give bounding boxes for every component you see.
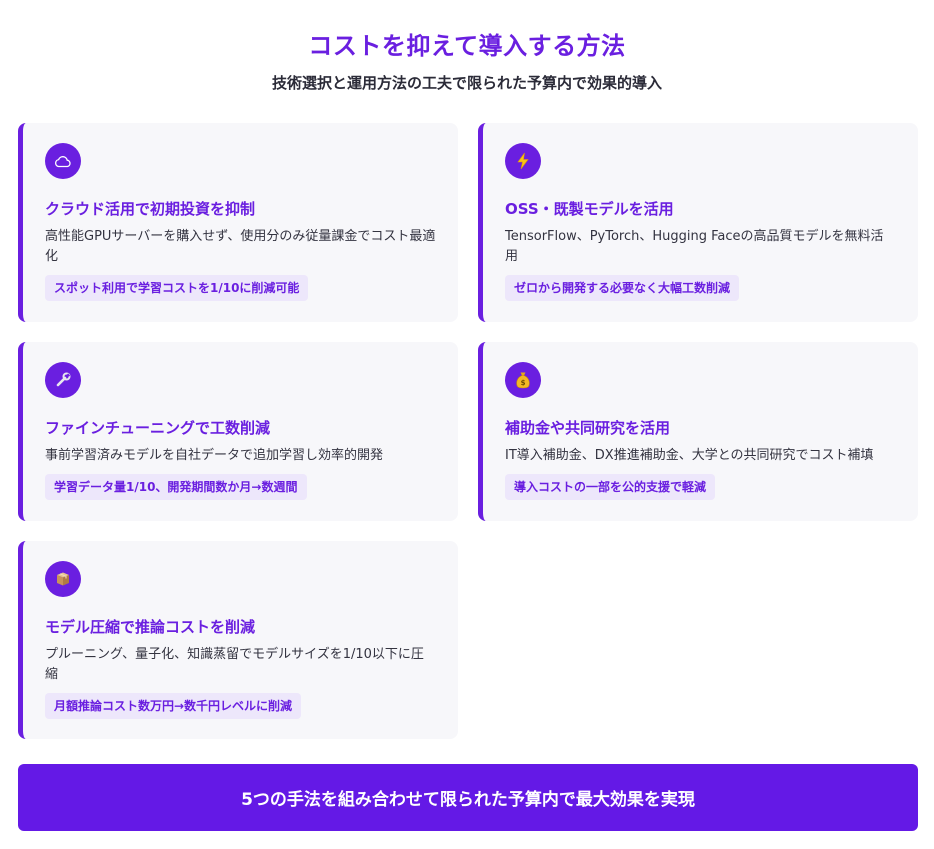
svg-text:$: $ [521,379,526,387]
money-bag-icon: $ [505,362,541,398]
cloud-icon [45,143,81,179]
card-description: 事前学習済みモデルを自社データで追加学習し効率的開発 [45,448,384,463]
card-title: ファインチューニングで工数削減 [45,419,271,437]
card-description: 高性能GPUサーバーを購入せず、使用分のみ従量課金でコスト最適化 [45,229,436,264]
package-icon [45,561,81,597]
page-subtitle: 技術選択と運用方法の工夫で限られた予算内で効果的導入 [271,74,662,92]
page-title: コストを抑えて導入する方法 [308,32,626,60]
wrench-icon [45,362,81,398]
lightning-icon [505,143,541,179]
card-title: 補助金や共同研究を活用 [505,419,671,437]
card-title: OSS・既製モデルを活用 [505,200,674,218]
card-tag: 学習データ量1/10、開発期間数か月→数週間 [45,474,307,500]
summary-banner-text: 5つの手法を組み合わせて限られた予算内で最大効果を実現 [241,790,695,810]
card-description: プルーニング、量子化、知識蒸留でモデルサイズを1/10以下に圧縮 [45,647,424,682]
card-tag: スポット利用で学習コストを1/10に削減可能 [45,275,309,301]
card-oss: OSS・既製モデルを活用 TensorFlow、PyTorch、Hugging … [478,123,918,322]
card-description: TensorFlow、PyTorch、Hugging Faceの高品質モデルを無… [505,229,884,264]
card-tag: 導入コストの一部を公的支援で軽減 [505,474,716,500]
card-subsidy: $ 補助金や共同研究を活用 IT導入補助金、DX推進補助金、大学との共同研究でコ… [478,342,918,521]
card-title: モデル圧縮で推論コストを削減 [45,618,256,636]
summary-banner: 5つの手法を組み合わせて限られた予算内で最大効果を実現 [18,764,918,831]
card-title: クラウド活用で初期投資を抑制 [45,200,256,218]
card-tag: ゼロから開発する必要なく大幅工数削減 [505,275,740,301]
card-compression: モデル圧縮で推論コストを削減 プルーニング、量子化、知識蒸留でモデルサイズを1/… [18,541,458,739]
card-description: IT導入補助金、DX推進補助金、大学との共同研究でコスト補填 [505,448,874,463]
card-finetuning: ファインチューニングで工数削減 事前学習済みモデルを自社データで追加学習し効率的… [18,342,458,521]
card-tag: 月額推論コスト数万円→数千円レベルに削減 [45,693,302,719]
card-cloud: クラウド活用で初期投資を抑制 高性能GPUサーバーを購入せず、使用分のみ従量課金… [18,123,458,322]
